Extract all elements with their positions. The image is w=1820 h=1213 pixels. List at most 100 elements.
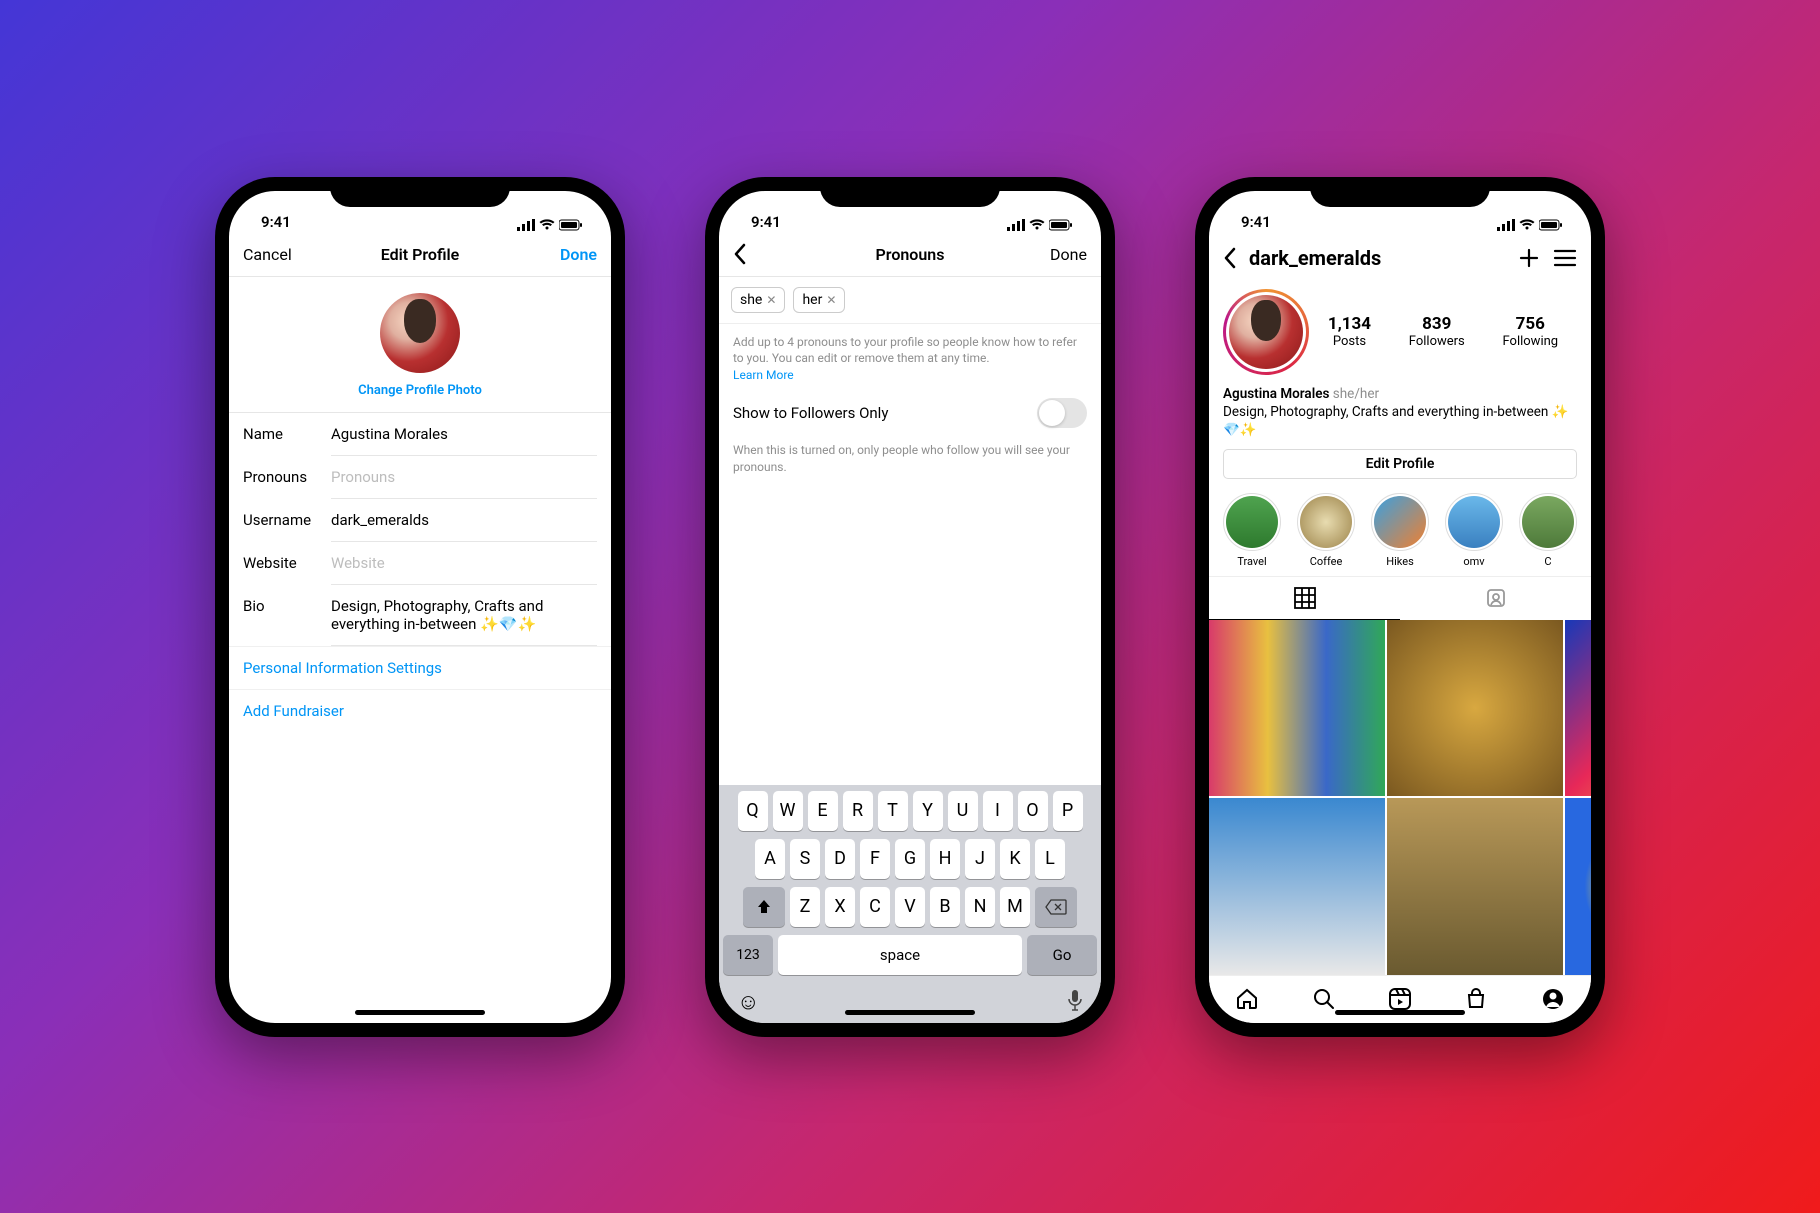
key-g[interactable]: G: [895, 839, 925, 879]
key-l[interactable]: L: [1035, 839, 1065, 879]
done-button[interactable]: Done: [560, 245, 597, 264]
nav-reels[interactable]: [1388, 987, 1412, 1011]
reels-icon: [1388, 987, 1412, 1011]
followers-only-toggle[interactable]: [1037, 398, 1087, 428]
highlight-label: C: [1544, 555, 1551, 568]
key-s[interactable]: S: [790, 839, 820, 879]
key-c[interactable]: C: [860, 887, 890, 927]
highlight-item[interactable]: Hikes: [1371, 493, 1429, 568]
plus-icon: [1517, 246, 1541, 270]
name-input[interactable]: Agustina Morales: [331, 425, 597, 456]
key-u[interactable]: U: [948, 791, 978, 831]
learn-more-link[interactable]: Learn More: [733, 368, 794, 382]
create-button[interactable]: [1517, 246, 1541, 270]
highlight-label: Hikes: [1386, 555, 1414, 568]
post-thumbnail[interactable]: [1387, 620, 1563, 796]
tagged-tab[interactable]: [1400, 577, 1591, 620]
key-p[interactable]: P: [1053, 791, 1083, 831]
stat-following[interactable]: 756Following: [1502, 314, 1558, 349]
profile-header: 1,134Posts 839Followers 756Following: [1209, 283, 1591, 385]
story-highlights: Travel Coffee Hikes omv C: [1209, 489, 1591, 576]
key-z[interactable]: Z: [790, 887, 820, 927]
key-r[interactable]: R: [843, 791, 873, 831]
chip-remove-icon[interactable]: ✕: [766, 293, 776, 307]
highlight-item[interactable]: Travel: [1223, 493, 1281, 568]
post-thumbnail[interactable]: [1565, 798, 1591, 974]
status-time: 9:41: [1241, 213, 1271, 231]
key-w[interactable]: W: [773, 791, 803, 831]
field-label: Bio: [243, 597, 331, 615]
shop-icon: [1464, 987, 1488, 1011]
post-thumbnail[interactable]: [1209, 798, 1385, 974]
website-input[interactable]: Website: [331, 554, 597, 585]
wifi-icon: [1029, 219, 1045, 231]
chip-remove-icon[interactable]: ✕: [826, 293, 836, 307]
phone-profile: 9:41 dark_emeralds 1,134Posts 839Followe…: [1195, 177, 1605, 1037]
bio-input[interactable]: Design, Photography, Crafts and everythi…: [331, 597, 597, 646]
key-f[interactable]: F: [860, 839, 890, 879]
stat-posts[interactable]: 1,134Posts: [1328, 314, 1371, 349]
stat-label: Following: [1502, 334, 1558, 349]
search-icon: [1312, 987, 1336, 1011]
key-e[interactable]: E: [808, 791, 838, 831]
back-button[interactable]: [733, 243, 747, 265]
post-thumbnail[interactable]: [1565, 620, 1591, 796]
shift-key[interactable]: [743, 887, 785, 927]
highlight-item[interactable]: omv: [1445, 493, 1503, 568]
key-o[interactable]: O: [1018, 791, 1048, 831]
grid-tab[interactable]: [1209, 577, 1400, 620]
pronoun-chip[interactable]: she✕: [731, 287, 785, 313]
key-a[interactable]: A: [755, 839, 785, 879]
edit-profile-button[interactable]: Edit Profile: [1223, 449, 1577, 479]
highlight-item[interactable]: C: [1519, 493, 1577, 568]
status-bar: 9:41: [229, 191, 611, 233]
key-i[interactable]: I: [983, 791, 1013, 831]
field-name: Name Agustina Morales: [229, 413, 611, 456]
key-k[interactable]: K: [1000, 839, 1030, 879]
space-key[interactable]: space: [778, 935, 1022, 975]
menu-button[interactable]: [1553, 248, 1577, 268]
profile-tabs: [1209, 576, 1591, 620]
key-q[interactable]: Q: [738, 791, 768, 831]
key-j[interactable]: J: [965, 839, 995, 879]
post-thumbnail[interactable]: [1209, 620, 1385, 796]
highlight-item[interactable]: Coffee: [1297, 493, 1355, 568]
emoji-key[interactable]: ☺: [737, 989, 759, 1015]
followers-only-row: Show to Followers Only: [719, 384, 1101, 442]
stat-followers[interactable]: 839Followers: [1409, 314, 1465, 349]
pronoun-chip[interactable]: her✕: [793, 287, 845, 313]
post-thumbnail[interactable]: [1387, 798, 1563, 974]
profile-avatar[interactable]: [380, 293, 460, 373]
key-y[interactable]: Y: [913, 791, 943, 831]
key-d[interactable]: D: [825, 839, 855, 879]
personal-info-link[interactable]: Personal Information Settings: [229, 646, 611, 689]
key-b[interactable]: B: [930, 887, 960, 927]
change-photo-link[interactable]: Change Profile Photo: [229, 383, 611, 398]
bio-text: Design, Photography, Crafts and everythi…: [1223, 404, 1569, 438]
nav-home[interactable]: [1235, 987, 1259, 1011]
key-m[interactable]: M: [1000, 887, 1030, 927]
cancel-button[interactable]: Cancel: [243, 245, 292, 264]
mic-key[interactable]: [1067, 989, 1083, 1015]
nav-shop[interactable]: [1464, 987, 1488, 1011]
backspace-key[interactable]: [1035, 887, 1077, 927]
go-key[interactable]: Go: [1027, 935, 1097, 975]
done-button[interactable]: Done: [1050, 245, 1087, 264]
key-n[interactable]: N: [965, 887, 995, 927]
battery-icon: [1539, 219, 1563, 231]
field-pronouns: Pronouns Pronouns: [229, 456, 611, 499]
nav-search[interactable]: [1312, 987, 1336, 1011]
key-t[interactable]: T: [878, 791, 908, 831]
back-button[interactable]: [1223, 247, 1237, 269]
numeric-key[interactable]: 123: [723, 935, 773, 975]
key-x[interactable]: X: [825, 887, 855, 927]
add-fundraiser-link[interactable]: Add Fundraiser: [229, 689, 611, 732]
story-ring[interactable]: [1223, 289, 1309, 375]
key-v[interactable]: V: [895, 887, 925, 927]
grid-icon: [1294, 587, 1316, 609]
display-name: Agustina Morales: [1223, 386, 1329, 402]
pronouns-input[interactable]: Pronouns: [331, 468, 597, 499]
key-h[interactable]: H: [930, 839, 960, 879]
nav-profile[interactable]: [1541, 987, 1565, 1011]
username-input[interactable]: dark_emeralds: [331, 511, 597, 542]
